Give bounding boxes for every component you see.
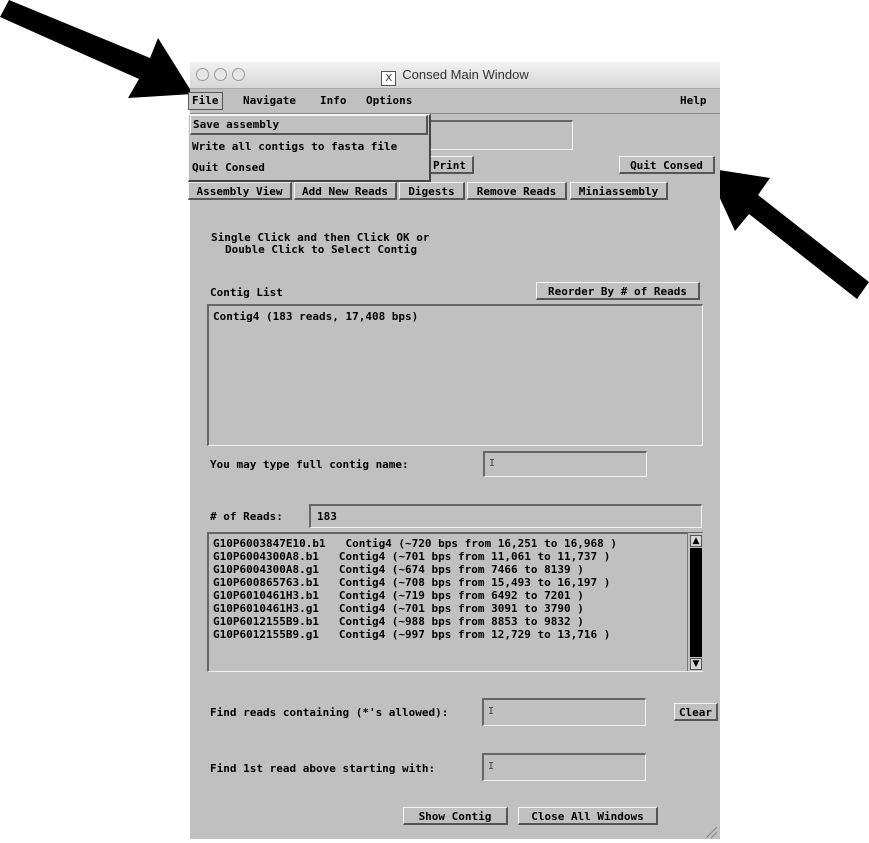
text-cursor-icon: I (488, 761, 495, 772)
scroll-up-icon[interactable]: ▲ (690, 535, 702, 547)
menu-options[interactable]: Options (363, 93, 415, 109)
menu-item-save-assembly[interactable]: Save assembly (190, 115, 428, 135)
window-title: X Consed Main Window (190, 67, 720, 86)
menu-item-quit-consed[interactable]: Quit Consed (190, 158, 428, 178)
instruction-line-2: Double Click to Select Contig (225, 243, 418, 256)
title-bar: X Consed Main Window (190, 62, 720, 89)
read-row[interactable]: G10P6010461H3.b1 Contig4 (~719 bps from … (213, 589, 698, 602)
contig-name-label: You may type full contig name: (210, 458, 409, 471)
close-all-windows-button[interactable]: Close All Windows (518, 807, 658, 825)
find-reads-label: Find reads containing (*'s allowed): (210, 706, 449, 719)
reads-count-label: # of Reads: (210, 510, 283, 523)
contig-list-item[interactable]: Contig4 (183 reads, 17,408 bps) (213, 310, 698, 323)
reads-list-box[interactable]: G10P6003847E10.b1 Contig4 (~720 bps from… (207, 532, 703, 672)
tab-digests[interactable]: Digests (399, 182, 465, 200)
menu-bar: File Navigate Info Options Help (188, 89, 720, 114)
scrollbar-thumb[interactable] (690, 548, 702, 657)
resize-grip-icon[interactable] (704, 824, 718, 839)
scroll-down-icon[interactable]: ▼ (690, 658, 702, 670)
tab-remove-reads[interactable]: Remove Reads (467, 182, 567, 200)
menu-item-write-fasta[interactable]: Write all contigs to fasta file (190, 137, 428, 157)
resize-grip-glyph (705, 826, 718, 839)
menu-file[interactable]: File (188, 92, 223, 110)
reads-scrollbar[interactable]: ▲ ▼ (687, 533, 704, 671)
text-cursor-icon: I (488, 706, 495, 717)
contig-list-label: Contig List (210, 286, 283, 299)
text-cursor-icon: I (489, 458, 496, 469)
right-arrow-icon (706, 168, 869, 299)
toolbar-field (425, 120, 573, 150)
find-first-input[interactable]: I (482, 753, 646, 781)
print-button[interactable]: Print (426, 156, 474, 174)
reorder-by-reads-button[interactable]: Reorder By # of Reads (536, 282, 700, 300)
x11-icon: X (381, 71, 397, 86)
menu-info[interactable]: Info (317, 93, 350, 109)
find-first-label: Find 1st read above starting with: (210, 762, 436, 775)
read-row[interactable]: G10P6003847E10.b1 Contig4 (~720 bps from… (213, 537, 698, 550)
tab-assembly-view[interactable]: Assembly View (188, 182, 292, 200)
contig-name-input[interactable]: I (483, 451, 647, 477)
find-reads-input[interactable]: I (482, 698, 646, 726)
show-contig-button[interactable]: Show Contig (403, 807, 508, 825)
left-arrow-icon (0, 0, 193, 98)
reads-count-field[interactable]: 183 (309, 504, 702, 528)
read-row[interactable]: G10P6012155B9.b1 Contig4 (~988 bps from … (213, 615, 698, 628)
read-row[interactable]: G10P600865763.b1 Contig4 (~708 bps from … (213, 576, 698, 589)
menu-help[interactable]: Help (677, 93, 710, 109)
read-row[interactable]: G10P6004300A8.b1 Contig4 (~701 bps from … (213, 550, 698, 563)
file-dropdown-menu: Save assembly Write all contigs to fasta… (188, 114, 431, 182)
clear-button[interactable]: Clear (674, 703, 718, 721)
read-row[interactable]: G10P6004300A8.g1 Contig4 (~674 bps from … (213, 563, 698, 576)
contig-list-box[interactable]: Contig4 (183 reads, 17,408 bps) (207, 304, 703, 446)
menu-navigate[interactable]: Navigate (240, 93, 299, 109)
tab-add-new-reads[interactable]: Add New Reads (294, 182, 397, 200)
tab-miniassembly[interactable]: Miniassembly (570, 182, 668, 200)
read-row[interactable]: G10P6010461H3.g1 Contig4 (~701 bps from … (213, 602, 698, 615)
read-row[interactable]: G10P6012155B9.g1 Contig4 (~997 bps from … (213, 628, 698, 641)
quit-consed-button[interactable]: Quit Consed (619, 156, 715, 174)
